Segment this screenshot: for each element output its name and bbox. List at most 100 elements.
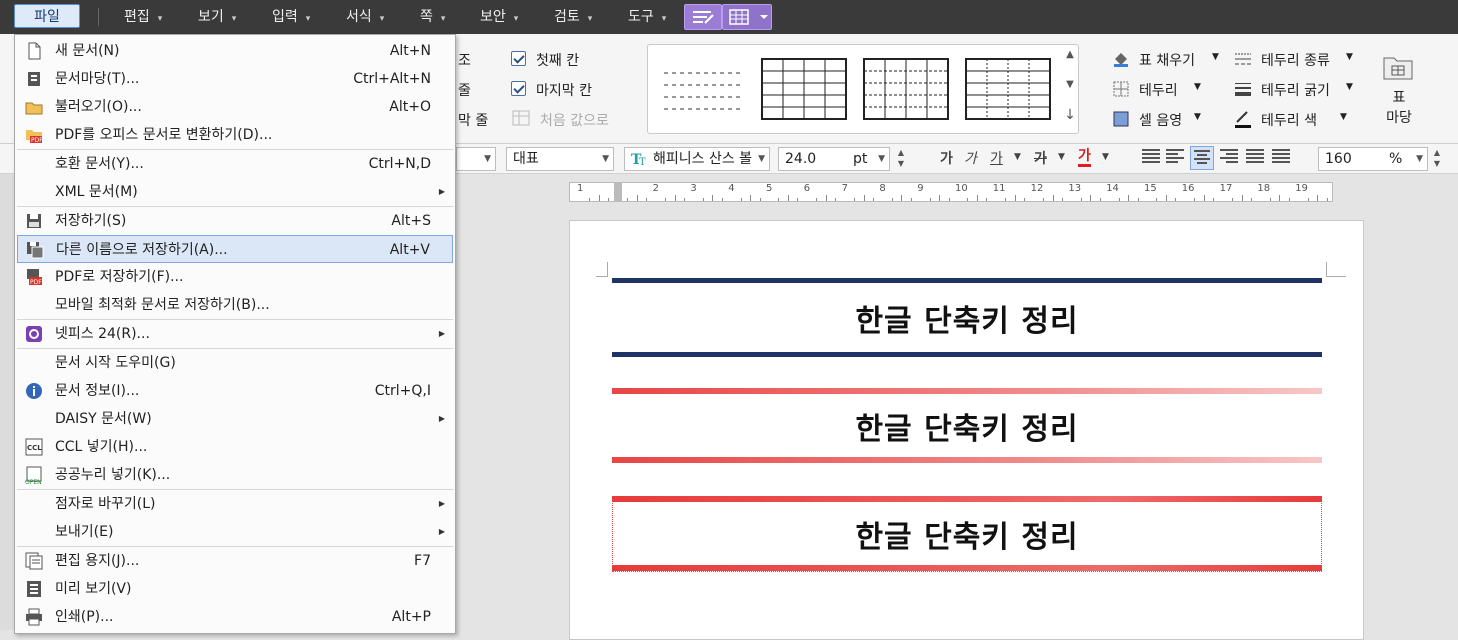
zoom-stepper[interactable]: ▲ ▼ — [1430, 147, 1444, 171]
gallery-scroll-up-icon[interactable]: ▲ — [1062, 49, 1078, 60]
border-type-button[interactable]: 테두리 종류 — [1261, 50, 1330, 70]
ruler-tick — [797, 198, 799, 201]
border-button[interactable]: 테두리 — [1139, 80, 1178, 100]
file-menu-item[interactable]: XML 문서(M) ▶ — [17, 178, 453, 206]
left-align-icon[interactable] — [1166, 149, 1184, 167]
first-column-checkbox[interactable] — [511, 51, 526, 66]
style-select[interactable]: 대표 ▼ — [506, 147, 614, 171]
gallery-scroll-down-icon[interactable]: ▼ — [1062, 79, 1078, 90]
file-menu-item[interactable]: 미리 보기(V) — [17, 575, 453, 603]
table-style-dashed[interactable] — [660, 55, 748, 121]
ruler-tick — [1052, 195, 1054, 201]
zoom-input[interactable]: 160% ▼ — [1318, 147, 1428, 171]
ruler-tick — [1326, 198, 1328, 201]
file-menu-item[interactable]: 인쇄(P)... Alt+P — [17, 603, 453, 631]
ruler-tick — [1250, 198, 1252, 201]
menu-security[interactable]: 보안 ▾ — [480, 0, 518, 34]
divide-align-icon[interactable] — [1272, 149, 1290, 167]
ruler-tick — [1090, 195, 1092, 201]
menu-tools[interactable]: 도구 ▾ — [628, 0, 666, 34]
table-design-button[interactable] — [684, 4, 722, 30]
caret-down-icon[interactable]: ▼ — [1340, 112, 1347, 122]
table-style-button[interactable]: 표 마당 — [1384, 88, 1414, 128]
cell-shade-button[interactable]: 셀 음영 — [1139, 110, 1182, 130]
menu-view[interactable]: 보기 ▾ — [198, 0, 236, 34]
menu-file[interactable]: 파일 — [14, 4, 80, 28]
file-menu-item[interactable]: 다른 이름으로 저장하기(A)... Alt+V — [17, 235, 453, 263]
document-title-2: 한글 단축키 정리 — [855, 412, 1079, 447]
caret-down-icon[interactable]: ▼ — [1346, 52, 1353, 62]
justify-align-icon[interactable] — [1142, 149, 1160, 167]
ruler-number: 19 — [1295, 183, 1308, 194]
file-menu-item[interactable]: 저장하기(S) Alt+S — [17, 207, 453, 235]
last-column-checkbox[interactable] — [511, 81, 526, 96]
ccl-icon: CCL — [25, 438, 43, 456]
border-color-button[interactable]: 테두리 색 — [1261, 110, 1317, 130]
caret-down-icon[interactable]: ▼ — [1102, 152, 1109, 162]
distribute-align-icon[interactable] — [1246, 149, 1264, 167]
file-menu-item[interactable]: 보내기(E) ▶ — [17, 518, 453, 546]
ruler-tick — [674, 195, 676, 201]
ruler-tick — [825, 195, 827, 201]
ruler-indent-marker[interactable] — [614, 183, 622, 201]
file-menu-item[interactable]: 문서 시작 도우미(G) — [17, 349, 453, 377]
ruler-tick — [1137, 198, 1139, 201]
file-menu-item[interactable]: 문서 정보(I)... Ctrl+Q,I — [17, 377, 453, 405]
table-fill-button[interactable]: 표 채우기 — [1139, 50, 1195, 70]
caret-down-icon[interactable]: ▼ — [1346, 82, 1353, 92]
table-layout-button[interactable] — [722, 4, 772, 30]
ruler-tick — [872, 198, 874, 201]
gallery-expand-icon[interactable]: ↓ — [1062, 107, 1078, 123]
table-style-grid-dashed[interactable] — [862, 55, 950, 121]
file-menu-item[interactable]: DAISY 문서(W) ▶ — [17, 405, 453, 433]
caret-down-icon[interactable]: ▼ — [1212, 52, 1219, 62]
file-menu-item[interactable]: 새 문서(N) Alt+N — [17, 37, 453, 65]
file-menu-item[interactable]: CCL CCL 넣기(H)... — [17, 433, 453, 461]
menu-page[interactable]: 쪽 ▾ — [420, 0, 445, 34]
font-size-input[interactable]: 24.0 pt ▼ — [778, 147, 890, 171]
caret-down-icon[interactable]: ▼ — [1014, 152, 1021, 162]
caret-down-icon[interactable]: ▼ — [1194, 82, 1201, 92]
border-width-button[interactable]: 테두리 굵기 — [1261, 80, 1330, 100]
file-menu-item[interactable]: 점자로 바꾸기(L) ▶ — [17, 490, 453, 518]
paragraph-combo-tail[interactable]: ▼ — [456, 147, 496, 171]
font-color-button[interactable]: 가 — [1078, 148, 1091, 167]
horizontal-ruler[interactable]: 112345678910111213141516171819 — [569, 182, 1333, 202]
file-menu-item-shortcut: Ctrl+Q,I — [374, 383, 431, 399]
title-rule-top-3 — [612, 496, 1322, 502]
menu-format[interactable]: 서식 ▾ — [346, 0, 384, 34]
italic-button[interactable]: 가 — [964, 148, 977, 168]
menu-review[interactable]: 검토 ▾ — [554, 0, 592, 34]
ruler-tick — [976, 195, 978, 201]
caret-down-icon[interactable]: ▼ — [1194, 112, 1201, 122]
table-style-grid[interactable] — [760, 55, 848, 121]
menu-label: 편집 — [124, 9, 150, 25]
ruler-tick — [967, 198, 969, 201]
file-menu-item[interactable]: 문서마당(T)... Ctrl+Alt+N — [17, 65, 453, 93]
file-menu-item[interactable]: 모바일 최적화 문서로 저장하기(B)... — [17, 291, 453, 319]
underline-button[interactable]: 가 — [990, 148, 1003, 168]
file-menu-item-label: 호환 문서(Y)... — [55, 156, 144, 172]
file-menu-item[interactable]: 넷피스 24(R)... ▶ — [17, 320, 453, 348]
ruler-tick — [627, 198, 629, 201]
file-menu-item[interactable]: PDF PDF를 오피스 문서로 변환하기(D)... — [17, 121, 453, 149]
table-style-grid-dotted[interactable] — [964, 55, 1052, 121]
strikethrough-button[interactable]: 가 — [1034, 148, 1047, 168]
center-align-icon[interactable] — [1190, 146, 1214, 170]
menu-insert[interactable]: 입력 ▾ — [272, 0, 310, 34]
caret-down-icon[interactable]: ▼ — [1058, 152, 1065, 162]
file-menu-item[interactable]: OPEN 공공누리 넣기(K)... — [17, 461, 453, 489]
reset-values-button[interactable]: 처음 값으로 — [540, 110, 609, 130]
caret-down-icon: ▾ — [157, 14, 163, 24]
font-select[interactable]: TT 해피니스 산스 볼 ▼ — [624, 147, 770, 171]
file-menu-item[interactable]: 편집 용지(J)... F7 — [17, 547, 453, 575]
file-menu-item[interactable]: 호환 문서(Y)... Ctrl+N,D — [17, 150, 453, 178]
ruler-number: 3 — [690, 183, 697, 194]
font-size-stepper[interactable]: ▲ ▼ — [894, 147, 908, 171]
file-menu-item[interactable]: 불러오기(O)... Alt+O — [17, 93, 453, 121]
file-menu-item[interactable]: PDF PDF로 저장하기(F)... — [17, 263, 453, 291]
template-icon — [28, 72, 40, 86]
menu-edit[interactable]: 편집 ▾ — [124, 0, 162, 34]
right-align-icon[interactable] — [1220, 149, 1238, 167]
bold-button[interactable]: 가 — [940, 148, 953, 168]
